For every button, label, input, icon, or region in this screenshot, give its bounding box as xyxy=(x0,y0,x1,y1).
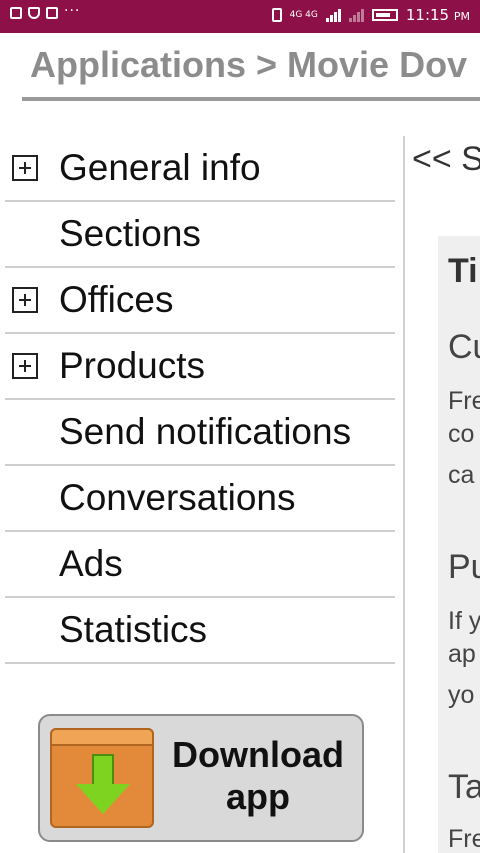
sidebar-item-label: Statistics xyxy=(59,609,208,650)
sidebar-item-label: General info xyxy=(59,147,261,188)
sidebar-item-products[interactable]: Products xyxy=(5,334,395,400)
section-heading: Pu xyxy=(448,548,480,586)
header-divider xyxy=(22,97,480,101)
sidebar-item-label: Products xyxy=(59,345,206,386)
sidebar-item-label: Conversations xyxy=(59,477,296,518)
download-box-icon xyxy=(50,728,154,828)
breadcrumb[interactable]: Applications > Movie Dov xyxy=(30,44,480,86)
download-icon xyxy=(28,7,40,19)
back-link[interactable]: << S xyxy=(412,140,480,179)
sidebar-item-general-info[interactable]: General info xyxy=(5,136,395,202)
expand-plus-icon[interactable] xyxy=(12,155,38,181)
battery-icon xyxy=(371,9,398,21)
clock: 11:15 PM xyxy=(405,6,470,24)
section-text-line: Fre xyxy=(448,825,480,853)
content-card: Ti Cu Fre co ca Pu If y ap yo Ta Fre xyxy=(438,236,480,853)
section-text-line: yo xyxy=(448,681,475,709)
section-text-line: ap xyxy=(448,640,476,668)
section-text-line: ca xyxy=(448,461,475,489)
sidebar-item-statistics[interactable]: Statistics xyxy=(5,598,395,664)
signal-strength-icon xyxy=(325,8,341,22)
sidebar-menu: General info Sections Offices Products S… xyxy=(5,136,395,664)
sidebar-item-label: Send notifications xyxy=(59,411,352,452)
download-app-label: Download app xyxy=(172,734,344,817)
network-type-label: 4G 4G xyxy=(289,9,318,20)
expand-plus-icon[interactable] xyxy=(12,353,38,379)
signal-strength-sim2-icon xyxy=(348,8,364,22)
expand-plus-icon[interactable] xyxy=(12,287,38,313)
status-bar-right: 4G 4G 11:15 PM xyxy=(271,6,470,24)
download-app-button[interactable]: Download app xyxy=(38,714,364,842)
sidebar-item-ads[interactable]: Ads xyxy=(5,532,395,598)
pane-divider xyxy=(403,136,405,853)
card-title: Ti xyxy=(448,252,478,290)
overflow-dots: ··· xyxy=(64,3,81,19)
section-heading: Ta xyxy=(448,768,480,806)
sidebar-item-offices[interactable]: Offices xyxy=(5,268,395,334)
section-heading: Cu xyxy=(448,328,480,366)
mail-icon xyxy=(46,7,58,19)
section-text-line: Fre xyxy=(448,387,480,415)
sidebar-item-label: Ads xyxy=(59,543,123,584)
vibrate-icon xyxy=(271,8,282,22)
sidebar-item-conversations[interactable]: Conversations xyxy=(5,466,395,532)
sidebar-item-label: Sections xyxy=(59,213,201,254)
section-text-line: If y xyxy=(448,607,480,635)
sidebar-item-label: Offices xyxy=(59,279,174,320)
content-pane: << S Ti Cu Fre co ca Pu If y ap yo Ta Fr… xyxy=(412,140,480,853)
status-bar-left: ··· xyxy=(10,3,80,19)
section-text-line: co xyxy=(448,420,475,448)
sidebar-item-sections[interactable]: Sections xyxy=(5,202,395,268)
status-bar: ··· 4G 4G 11:15 PM xyxy=(0,0,480,33)
sidebar-item-send-notifications[interactable]: Send notifications xyxy=(5,400,395,466)
image-icon xyxy=(10,7,22,19)
